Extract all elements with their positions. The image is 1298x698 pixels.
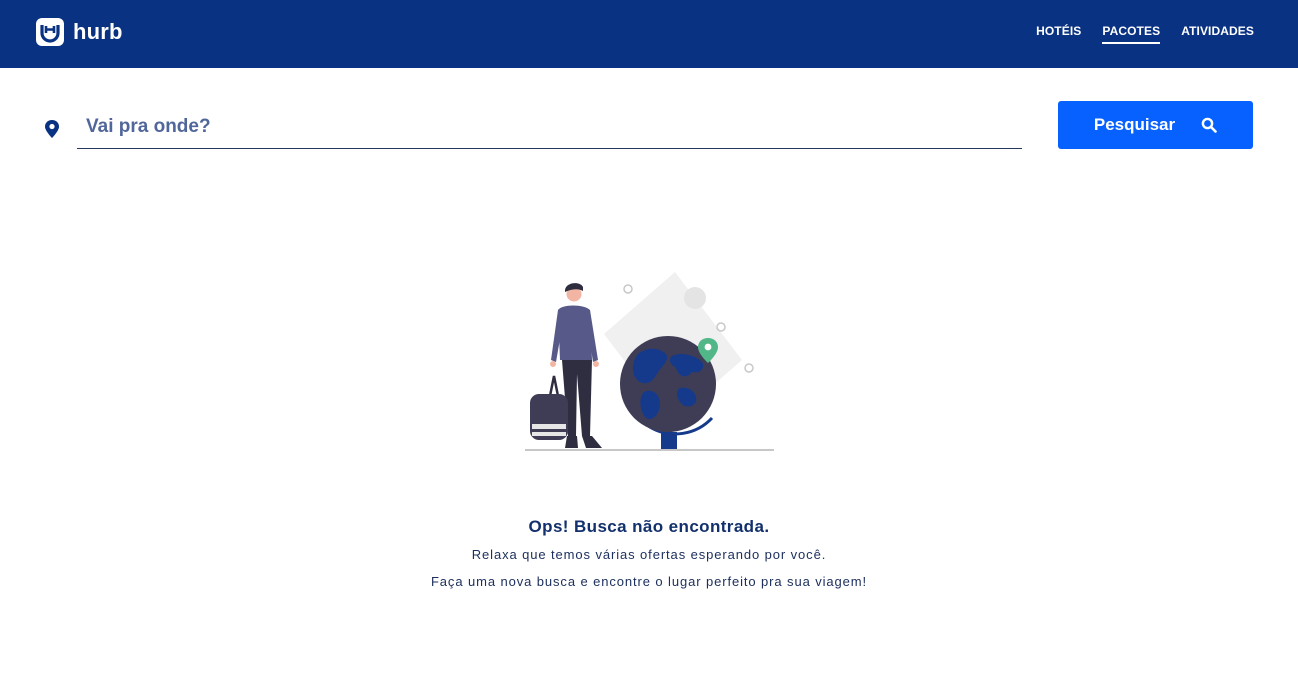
empty-state-title: Ops! Busca não encontrada. bbox=[528, 517, 770, 536]
nav-item-atividades[interactable]: ATIVIDADES bbox=[1181, 24, 1254, 44]
traveler-globe-illustration bbox=[525, 272, 774, 451]
nav-item-hoteis[interactable]: HOTÉIS bbox=[1036, 24, 1081, 44]
destination-search-input[interactable] bbox=[77, 106, 1022, 149]
main-nav: HOTÉIS PACOTES ATIVIDADES bbox=[1036, 24, 1254, 44]
search-button-label: Pesquisar bbox=[1093, 115, 1176, 134]
search-button[interactable]: Pesquisar bbox=[1058, 101, 1253, 149]
search-icon bbox=[1201, 117, 1217, 133]
empty-state-message-2: Faça uma nova busca e encontre o lugar p… bbox=[430, 574, 868, 589]
brand-logo[interactable]: hurb bbox=[36, 18, 123, 46]
nav-item-pacotes[interactable]: PACOTES bbox=[1102, 24, 1161, 44]
empty-state-message-1: Relaxa que temos várias ofertas esperand… bbox=[471, 547, 827, 562]
brand-name: hurb bbox=[73, 19, 123, 44]
search-bar: Pesquisar bbox=[0, 100, 1298, 152]
location-pin-icon bbox=[45, 120, 59, 138]
top-navigation-bar: hurb HOTÉIS PACOTES ATIVIDADES bbox=[0, 0, 1298, 68]
hurb-logo-icon bbox=[36, 18, 64, 46]
